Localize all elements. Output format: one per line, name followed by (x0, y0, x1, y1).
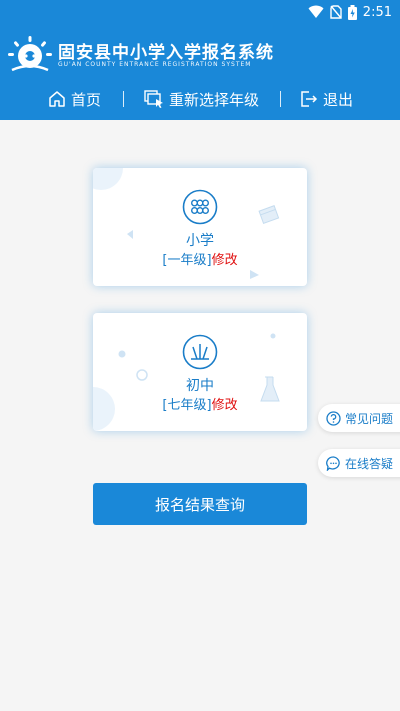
modify-link[interactable]: 修改 (212, 398, 238, 413)
primary-school-card[interactable]: 小学 [一年级]修改 (93, 168, 307, 286)
nav-reselect-grade-label: 重新选择年级 (169, 90, 260, 109)
faq-float-button[interactable]: 常见问题 (318, 404, 400, 432)
app-subtitle: GU'AN COUNTY ENTRANCE REGISTRATION SYSTE… (58, 61, 252, 68)
faq-label: 常见问题 (345, 411, 394, 426)
wifi-icon (308, 5, 324, 18)
card-decoration (93, 168, 280, 279)
nav-exit-label: 退出 (323, 90, 354, 109)
card-grade-line: [七年级]修改 (93, 394, 307, 413)
card-grade: [七年级] (162, 398, 212, 413)
nav-home-button[interactable]: 首页 (48, 89, 101, 110)
status-icons: 2:51 (308, 0, 392, 24)
app-header: 固安县中小学入学报名系统 GU'AN COUNTY ENTRANCE REGIS… (0, 24, 400, 120)
nav-home-label: 首页 (71, 90, 102, 109)
status-bar: 2:51 (0, 0, 400, 24)
chat-icon (326, 455, 340, 471)
status-time: 2:51 (362, 4, 392, 20)
no-sim-icon (330, 5, 342, 19)
home-icon (49, 91, 65, 107)
exit-icon (301, 91, 318, 107)
nav-reselect-grade-button[interactable]: 重新选择年级 (144, 89, 259, 110)
card-school-name: 小学 (186, 233, 214, 249)
top-nav: 首页 重新选择年级 退出 (0, 82, 400, 116)
battery-icon (347, 4, 357, 20)
nav-divider (123, 91, 124, 107)
nav-exit-button[interactable]: 退出 (300, 89, 353, 110)
online-qa-float-button[interactable]: 在线答疑 (318, 449, 400, 477)
query-result-button[interactable]: 报名结果查询 (93, 483, 307, 525)
card-school-name: 初中 (186, 378, 214, 394)
card-grade: [一年级] (162, 253, 212, 268)
junior-school-card[interactable]: 初中 [七年级]修改 (93, 313, 307, 431)
app-logo-icon (8, 36, 52, 72)
online-qa-label: 在线答疑 (345, 456, 394, 471)
card-decoration (93, 333, 280, 431)
question-icon (326, 410, 341, 426)
app-title: 固安县中小学入学报名系统 (58, 43, 274, 63)
junior-school-icon (182, 334, 218, 370)
modify-link[interactable]: 修改 (212, 253, 238, 268)
grade-select-icon (144, 90, 163, 108)
card-grade-line: [一年级]修改 (93, 249, 307, 268)
nav-divider (280, 91, 281, 107)
primary-school-icon (182, 189, 218, 225)
